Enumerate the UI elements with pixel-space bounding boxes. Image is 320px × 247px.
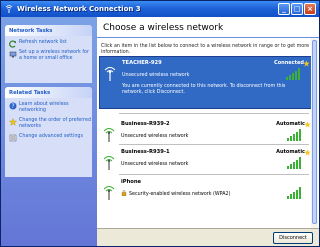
learn-wireless-link[interactable]: ? Learn about wireless networking — [5, 102, 92, 114]
setup-network-icon — [9, 51, 17, 58]
change-network-order-label: Change the order of preferred networks — [19, 118, 92, 129]
network-list-item-teacher-929[interactable]: TEACHER-929 Connected Unsecured wireless… — [99, 56, 313, 109]
network-name: TEACHER-929 — [122, 60, 162, 66]
signal-strength-icon — [287, 129, 301, 141]
wireless-network-icon — [5, 5, 13, 13]
action-bar: Disconnect — [97, 228, 319, 246]
list-separator — [119, 144, 309, 145]
title-bar[interactable]: Wireless Network Connection 3 _ □ × — [1, 1, 319, 17]
star-icon — [304, 121, 311, 128]
related-tasks-header[interactable]: Related Tasks — [5, 87, 92, 98]
star-icon — [303, 60, 310, 67]
network-name: Business-R939-1 — [121, 149, 170, 155]
network-security: Unsecured wireless network — [121, 134, 189, 139]
network-name: iPhone — [121, 179, 142, 185]
page-title: Choose a wireless network — [103, 23, 224, 33]
network-status: Automatic — [276, 149, 305, 155]
scrollbar-thumb[interactable] — [312, 40, 317, 224]
network-security: Unsecured wireless network — [122, 73, 190, 78]
lock-icon — [121, 190, 127, 196]
signal-strength-icon — [287, 157, 301, 169]
signal-strength-icon — [287, 187, 301, 199]
close-button[interactable]: × — [304, 3, 316, 15]
setup-wireless-network-label: Set up a wireless network for a home or … — [19, 50, 89, 61]
star-icon — [304, 149, 311, 156]
list-separator — [119, 174, 309, 175]
refresh-network-list-label: Refresh network list — [19, 40, 67, 45]
antenna-icon — [103, 186, 115, 200]
network-name: Business-R939-2 — [121, 121, 170, 127]
main-content: Choose a wireless network Click an item … — [97, 17, 319, 246]
refresh-network-list-link[interactable]: Refresh network list — [5, 40, 92, 48]
change-advanced-settings-label: Change advanced settings — [19, 134, 83, 139]
network-message: You are currently connected to this netw… — [122, 84, 286, 95]
maximize-button[interactable]: □ — [291, 3, 303, 15]
related-tasks-panel: Related Tasks ? Learn about wireless net… — [5, 87, 92, 177]
settings-icon — [9, 134, 17, 142]
instructions-text: Click an item in the list below to conne… — [101, 44, 310, 55]
task-sidebar: Network Tasks Refresh network list Set u… — [1, 17, 97, 246]
network-list-scrollbar[interactable] — [311, 38, 318, 228]
antenna-icon — [103, 128, 115, 142]
refresh-icon — [9, 40, 17, 48]
network-list-item-business-r939-1[interactable]: Business-R939-1 Automatic Unsecured wire… — [99, 146, 313, 172]
network-security: Unsecured wireless network — [121, 162, 189, 167]
svg-text:?: ? — [11, 103, 14, 110]
setup-wireless-network-link[interactable]: Set up a wireless network for a home or … — [5, 50, 92, 62]
network-security: Security-enabled wireless network (WPA2) — [129, 192, 231, 197]
network-list-item-business-r939-2[interactable]: Business-R939-2 Automatic Unsecured wire… — [99, 118, 313, 144]
network-tasks-panel: Network Tasks Refresh network list Set u… — [5, 25, 92, 83]
change-advanced-settings-link[interactable]: Change advanced settings — [5, 134, 92, 142]
heading-divider — [97, 37, 319, 38]
antenna-icon — [103, 156, 115, 170]
list-separator — [119, 113, 309, 114]
antenna-icon — [104, 67, 116, 81]
star-icon — [9, 118, 17, 126]
disconnect-button[interactable]: Disconnect — [273, 232, 313, 244]
minimize-button[interactable]: _ — [278, 3, 290, 15]
network-list-item-iphone[interactable]: iPhone Security-enabled wireless network… — [99, 176, 313, 202]
network-status: Connected — [274, 60, 304, 66]
network-status: Automatic — [276, 121, 305, 127]
window-title: Wireless Network Connection 3 — [17, 5, 141, 13]
wireless-network-window: Wireless Network Connection 3 _ □ × Netw… — [0, 0, 320, 247]
learn-wireless-label: Learn about wireless networking — [19, 102, 69, 113]
help-icon: ? — [9, 102, 17, 110]
change-network-order-link[interactable]: Change the order of preferred networks — [5, 118, 92, 130]
network-tasks-header[interactable]: Network Tasks — [5, 25, 92, 36]
signal-strength-icon — [286, 68, 300, 80]
